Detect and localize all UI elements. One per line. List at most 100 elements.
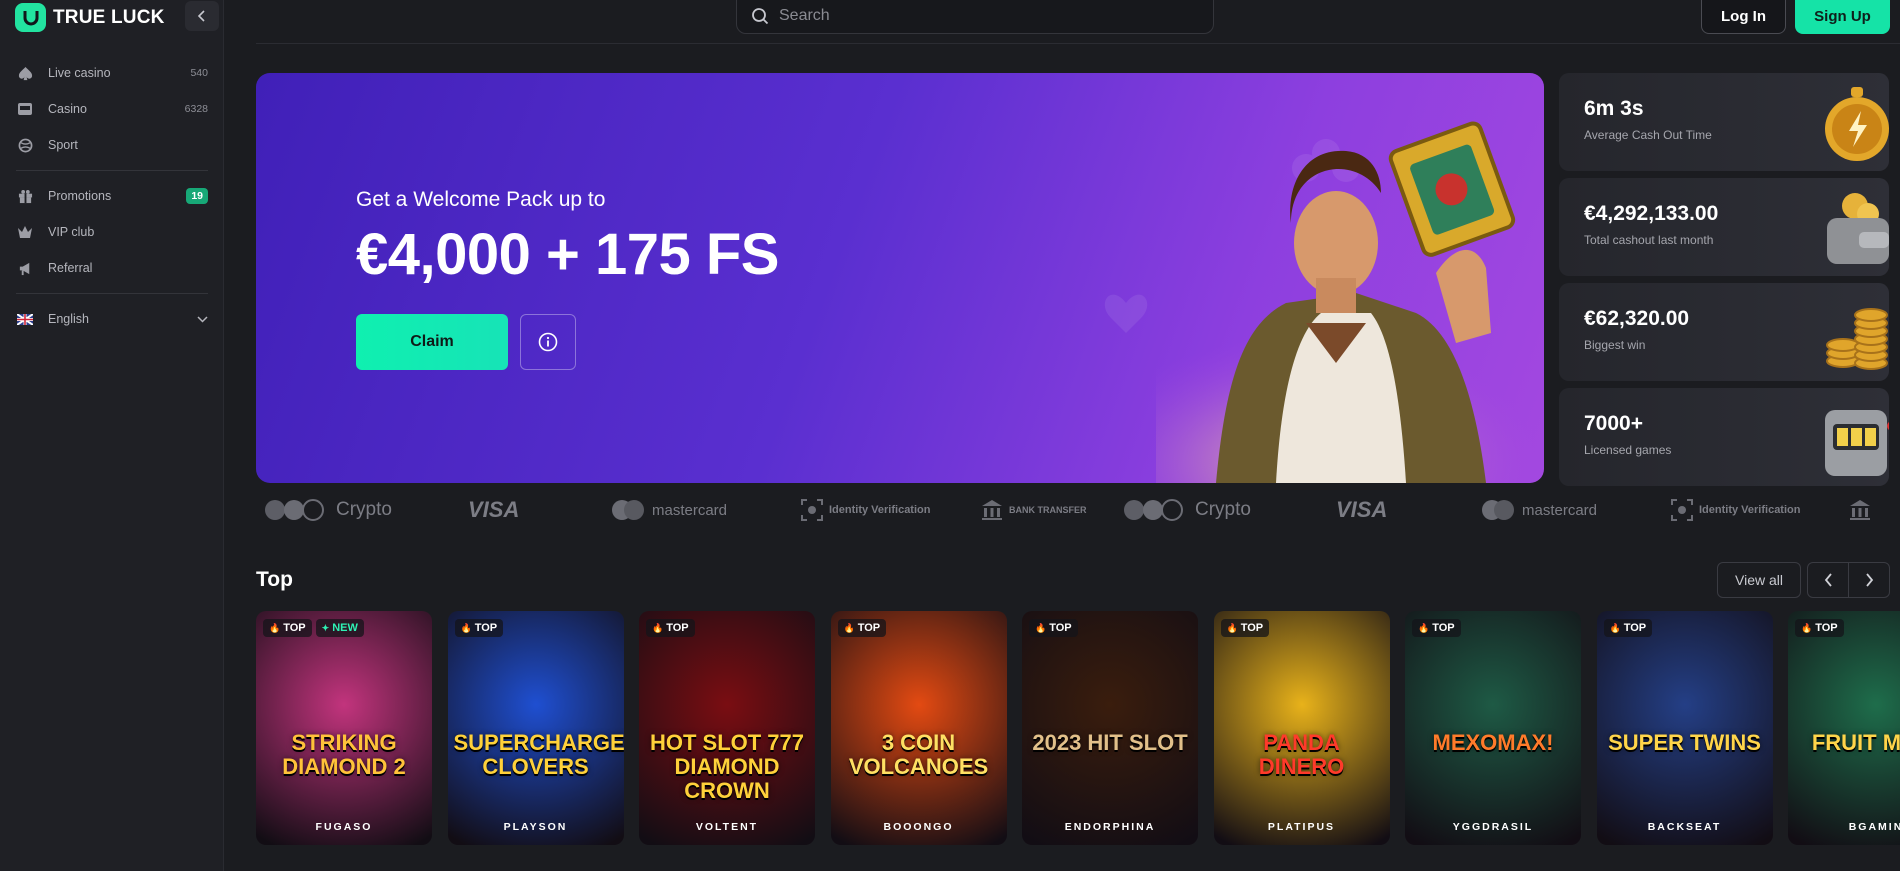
payment-label: Crypto	[336, 499, 392, 520]
game-title: SUPER TWINS	[1608, 730, 1761, 755]
coins-icon	[1826, 308, 1888, 370]
top-badge: 🔥 TOP	[646, 619, 695, 637]
chevron-down-icon	[197, 315, 208, 323]
game-card[interactable]: 🔥TOP FRUIT MILLI BGAMIN	[1788, 611, 1900, 845]
top-badge: 🔥 TOP	[1603, 619, 1653, 637]
game-card[interactable]: 🔥 TOP SUPER TWINS BACKSEAT	[1596, 611, 1773, 845]
tag-label: NEW	[332, 622, 358, 634]
chevron-right-icon	[1865, 573, 1873, 587]
bank-icon	[982, 500, 1002, 520]
payment-visa: VISA	[1336, 497, 1388, 522]
top-badge: 🔥 TOP	[837, 619, 887, 637]
info-icon	[538, 332, 558, 352]
sidebar-nav: Live casino 540 Casino 6328 Sport Promot…	[16, 55, 208, 337]
payment-label: Identity Verification	[829, 503, 931, 516]
new-badge: ✦ NEW	[315, 619, 364, 637]
id-verification-icon	[801, 499, 823, 521]
sidebar-item-casino[interactable]: Casino 6328	[16, 91, 208, 127]
crypto-coins-icon	[1124, 499, 1183, 521]
fire-icon: 🔥	[1801, 622, 1813, 633]
payment-label: BANK TRANSFER	[1009, 504, 1087, 515]
sidebar-item-live-casino[interactable]: Live casino 540	[16, 55, 208, 91]
game-tags: 🔥 TOP ✦ NEW	[263, 619, 364, 637]
tag-label: TOP	[666, 622, 689, 634]
id-verification-icon	[1671, 499, 1693, 521]
sidebar-item-vip-club[interactable]: VIP club	[16, 214, 208, 250]
game-card[interactable]: 🔥 TOP PANDA DINERO PLATIPUS	[1213, 611, 1390, 845]
tag-label: TOP	[857, 622, 881, 634]
item-count: 6328	[184, 103, 208, 115]
game-tags: 🔥 TOP	[1795, 619, 1844, 637]
collapse-sidebar-button[interactable]	[185, 1, 219, 31]
payment-crypto: Crypto	[264, 499, 392, 521]
item-count: 540	[190, 67, 208, 79]
uk-flag-icon	[16, 310, 34, 328]
game-title: FRUIT MILLI	[1811, 730, 1900, 755]
game-card[interactable]: 🔥 TOP SUPERCHARGED CLOVERS PLAYSON	[447, 611, 624, 845]
top-badge: 🔥 TOP	[1029, 619, 1078, 637]
stat-label: Total cashout last month	[1584, 233, 1714, 247]
carousel-prev-button[interactable]	[1808, 563, 1849, 597]
tag-label: TOP	[1049, 622, 1072, 634]
game-provider: FUGASO	[315, 821, 373, 833]
game-provider: BOOONGO	[883, 821, 954, 833]
top-badge: 🔥 TOP	[1220, 619, 1270, 637]
language-selector[interactable]: English	[16, 301, 208, 337]
brand-name: TRUE LUCK	[53, 6, 165, 28]
carousel-next-button[interactable]	[1849, 563, 1889, 597]
fire-icon: 🔥	[1418, 622, 1430, 633]
signup-button[interactable]: Sign Up	[1795, 0, 1890, 34]
stat-value: 7000+	[1584, 412, 1643, 435]
banner-title: €4,000 + 175 FS	[356, 222, 780, 287]
gift-icon	[16, 187, 34, 205]
mastercard-icon	[612, 500, 644, 520]
chevron-left-icon	[197, 10, 205, 22]
game-card[interactable]: 🔥 TOP 2023 HIT SLOT ENDORPHINA	[1022, 611, 1198, 845]
info-button[interactable]	[520, 314, 576, 370]
game-provider: BGAMIN	[1848, 821, 1900, 833]
stat-label: Licensed games	[1584, 443, 1672, 457]
brand-logo[interactable]: TRUE LUCK	[15, 3, 165, 32]
game-card[interactable]: 🔥 TOP HOT SLOT 777 DIAMOND CROWN VOLTENT	[639, 611, 815, 845]
game-card[interactable]: 🔥 TOP 3 COIN VOLCANOES BOOONGO	[830, 611, 1007, 845]
payment-bank-transfer: BANK TRANSFER	[981, 499, 1087, 521]
claim-button[interactable]: Claim	[356, 314, 508, 370]
sidebar-item-label: Promotions	[48, 189, 112, 203]
sidebar-item-referral[interactable]: Referral	[16, 250, 208, 286]
explorer-character-illustration	[1156, 121, 1544, 483]
game-title: MEXOMAX!	[1432, 730, 1554, 755]
sidebar-item-promotions[interactable]: Promotions 19	[16, 178, 208, 214]
sidebar-item-sport[interactable]: Sport	[16, 127, 208, 163]
game-tags: 🔥 TOP	[454, 619, 504, 637]
sidebar-item-label: Casino	[48, 102, 87, 116]
crown-icon	[16, 223, 34, 241]
game-tags: 🔥 TOP	[1412, 619, 1461, 637]
chevron-left-icon	[1824, 573, 1832, 587]
game-tags: 🔥 TOP	[1220, 619, 1270, 637]
payment-mastercard: mastercard	[1480, 499, 1597, 521]
game-tags: 🔥 TOP	[1029, 619, 1078, 637]
stopwatch-icon	[1825, 87, 1889, 161]
game-card[interactable]: 🔥 TOP MEXOMAX! YGGDRASIL	[1405, 611, 1581, 845]
view-all-button[interactable]: View all	[1717, 562, 1801, 598]
horseshoe-icon	[15, 3, 46, 32]
tag-label: TOP	[1815, 622, 1838, 634]
payment-crypto: Crypto	[1123, 499, 1251, 521]
game-card[interactable]: 🔥 TOP ✦ NEW STRIKING DIAMOND 2 FUGASO	[256, 611, 432, 845]
login-button[interactable]: Log In	[1701, 0, 1786, 34]
search-bar[interactable]	[736, 0, 1214, 34]
sidebar-item-label: Live casino	[48, 66, 111, 80]
tag-label: TOP	[474, 622, 498, 634]
section-title: Top	[256, 568, 293, 591]
tag-label: TOP	[283, 622, 306, 634]
stats-panel: 6m 3s Average Cash Out Time €4,292,133.0…	[1559, 73, 1889, 493]
game-tags: 🔥 TOP	[837, 619, 887, 637]
sidebar-item-label: Referral	[48, 261, 93, 275]
stat-value: €62,320.00	[1584, 307, 1690, 330]
header-divider	[256, 43, 1900, 44]
top-badge: 🔥 TOP	[1795, 619, 1844, 637]
search-input[interactable]	[779, 7, 1179, 25]
stat-label: Average Cash Out Time	[1584, 128, 1712, 142]
welcome-banner[interactable]: Get a Welcome Pack up to €4,000 + 175 FS…	[256, 73, 1544, 483]
game-title: STRIKING DIAMOND 2	[282, 730, 406, 779]
